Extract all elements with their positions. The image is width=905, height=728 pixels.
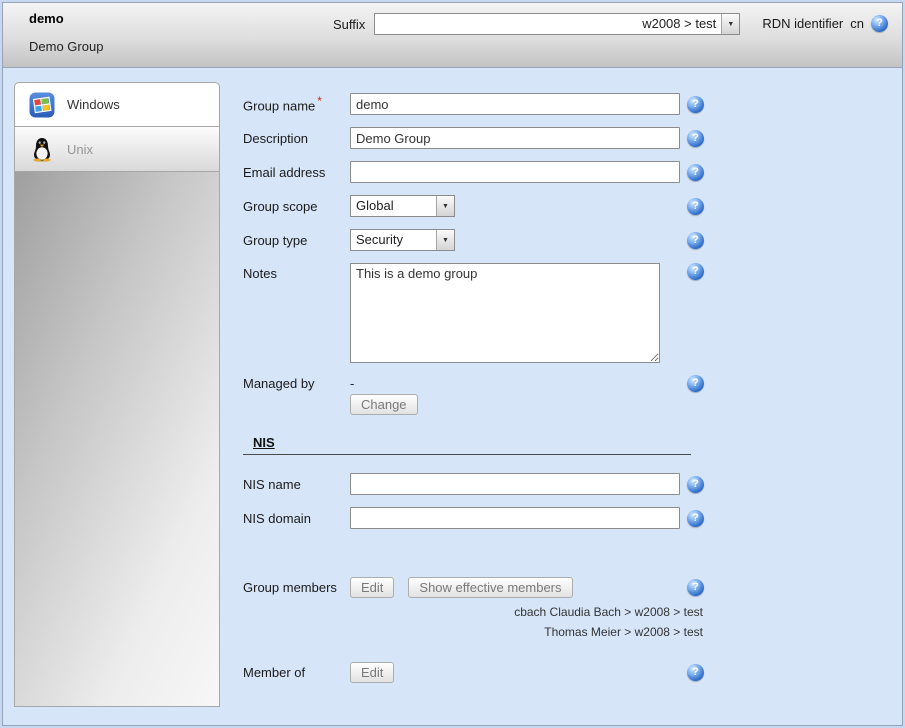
help-icon-member-of[interactable]: ? [687,664,704,681]
group-type-row: Group type Security ▼ ? [243,229,713,251]
notes-label: Notes [243,263,350,281]
page-title: demo [29,11,64,26]
tab-unix-label: Unix [67,142,93,157]
main-form: Group name* ? Description ? Email addres… [243,93,713,695]
managed-by-label: Managed by [243,376,350,391]
description-label: Description [243,131,350,146]
email-row: Email address ? [243,161,713,183]
nis-name-label: NIS name [243,477,350,492]
group-members-list: cbach Claudia Bach > w2008 > test Thomas… [243,602,703,642]
tux-penguin-icon [29,136,55,162]
spacer [243,642,713,650]
group-type-select[interactable]: Security ▼ [350,229,455,251]
help-icon-group-scope[interactable]: ? [687,198,704,215]
rdn-value: cn [850,16,864,31]
group-scope-value: Global [351,196,436,216]
member-item: cbach Claudia Bach > w2008 > test [243,602,703,622]
managed-by-row: Managed by - ? [243,375,713,392]
dropdown-arrow-icon: ▼ [436,230,454,250]
member-of-edit-button[interactable]: Edit [350,662,394,683]
group-type-value: Security [351,230,436,250]
group-scope-row: Group scope Global ▼ ? [243,195,713,217]
nis-domain-row: NIS domain ? [243,507,713,529]
suffix-select[interactable]: w2008 > test ▼ [374,13,740,35]
required-marker-icon: * [317,94,322,108]
show-effective-members-button[interactable]: Show effective members [408,577,572,598]
group-members-row: Group members Edit Show effective member… [243,577,713,598]
notes-textarea[interactable]: This is a demo group [350,263,660,363]
nis-domain-label: NIS domain [243,511,350,526]
description-input[interactable] [350,127,680,149]
dropdown-arrow-icon: ▼ [721,14,739,34]
group-members-label: Group members [243,580,350,595]
tab-windows[interactable]: Windows [14,82,220,127]
help-icon-nis-domain[interactable]: ? [687,510,704,527]
member-item: Thomas Meier > w2008 > test [243,622,703,642]
group-members-edit-button[interactable]: Edit [350,577,394,598]
help-icon-group-name[interactable]: ? [687,96,704,113]
rdn-label: RDN identifier [762,16,843,31]
managed-by-change-row: Change [243,394,713,415]
email-input[interactable] [350,161,680,183]
tab-unix[interactable]: Unix [14,127,220,172]
header: demo Demo Group Suffix w2008 > test ▼ RD… [3,3,902,68]
help-icon-managed-by[interactable]: ? [687,375,704,392]
group-scope-select[interactable]: Global ▼ [350,195,455,217]
help-icon-rdn[interactable]: ? [871,15,888,32]
help-icon-group-members[interactable]: ? [687,579,704,596]
group-name-row: Group name* ? [243,93,713,115]
windows-logo-icon [29,92,55,118]
help-icon-notes[interactable]: ? [687,263,704,280]
help-icon-description[interactable]: ? [687,130,704,147]
suffix-label: Suffix [333,17,365,32]
email-label: Email address [243,165,350,180]
spacer [243,541,713,577]
help-icon-email[interactable]: ? [687,164,704,181]
notes-row: Notes This is a demo group ? [243,263,713,363]
page-subtitle: Demo Group [29,39,103,54]
managed-by-value: - [350,376,354,391]
help-icon-group-type[interactable]: ? [687,232,704,249]
change-button[interactable]: Change [350,394,418,415]
rdn-group: RDN identifier cn ? [762,15,888,32]
group-name-input[interactable] [350,93,680,115]
dropdown-arrow-icon: ▼ [436,196,454,216]
nis-section-header: NIS [243,435,691,455]
group-type-label: Group type [243,233,350,248]
member-of-label: Member of [243,665,350,680]
nis-name-row: NIS name ? [243,473,713,495]
help-icon-nis-name[interactable]: ? [687,476,704,493]
nis-section-title: NIS [253,435,275,450]
suffix-group: Suffix w2008 > test ▼ [333,13,740,35]
description-row: Description ? [243,127,713,149]
suffix-select-value: w2008 > test [375,14,721,34]
sidebar-panel-background [14,172,220,707]
sidebar: Windows Unix [14,82,220,707]
tab-windows-label: Windows [67,97,120,112]
window: demo Demo Group Suffix w2008 > test ▼ RD… [2,2,903,726]
member-of-row: Member of Edit ? [243,662,713,683]
nis-domain-input[interactable] [350,507,680,529]
group-scope-label: Group scope [243,199,350,214]
nis-name-input[interactable] [350,473,680,495]
group-name-label: Group name* [243,94,350,113]
